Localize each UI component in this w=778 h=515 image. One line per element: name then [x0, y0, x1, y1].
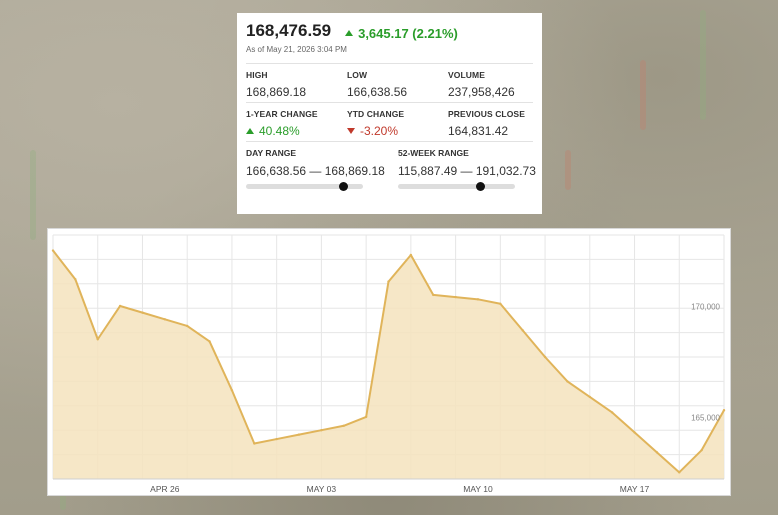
- price-point: [588, 395, 591, 399]
- up-arrow-icon: [246, 128, 254, 134]
- week52-range: 52-WEEK RANGE 115,887.49 — 191,032.73: [398, 148, 538, 191]
- price-point: [633, 431, 636, 434]
- price-point: [543, 355, 547, 359]
- price-change: 3,645.17 (2.21%): [345, 26, 458, 41]
- background-candle: [700, 10, 706, 120]
- day-range-marker: [339, 182, 349, 191]
- stat-value-text: 168,869.18: [246, 85, 307, 99]
- price-point: [499, 302, 502, 305]
- background-candle: [640, 60, 646, 130]
- price-point: [342, 424, 345, 427]
- ranges-row: DAY RANGE 166,638.56 — 168,869.18 52-WEE…: [246, 141, 536, 191]
- stat-value: 168,869.18: [246, 85, 347, 99]
- price-point: [74, 278, 77, 281]
- day-range: DAY RANGE 166,638.56 — 168,869.18: [246, 148, 398, 191]
- price-point: [364, 415, 368, 419]
- stat-cell: 1-YEAR CHANGE 40.48%: [246, 102, 347, 141]
- price-point: [96, 338, 99, 341]
- x-tick-label: MAY 03: [307, 484, 337, 494]
- price-point: [118, 304, 122, 308]
- price-row: 168,476.59 3,645.17 (2.21%): [246, 21, 533, 41]
- stat-label: HIGH: [246, 70, 268, 80]
- week52-range-value: 115,887.49 — 191,032.73: [398, 164, 536, 178]
- up-arrow-icon: [345, 30, 354, 36]
- stat-cell: VOLUME 237,958,426: [448, 63, 533, 102]
- stat-label: VOLUME: [448, 70, 485, 80]
- price-point: [387, 280, 390, 283]
- x-tick-label: APR 26: [150, 484, 180, 494]
- price-point: [208, 340, 211, 343]
- price-point: [655, 451, 659, 454]
- price-point: [722, 409, 726, 412]
- price-point: [476, 298, 480, 301]
- stat-label: YTD CHANGE: [347, 109, 405, 119]
- stat-value: 40.48%: [246, 124, 347, 138]
- price-point: [700, 448, 703, 452]
- stat-value: -3.20%: [347, 124, 448, 138]
- stat-label: LOW: [347, 70, 368, 80]
- price-point: [320, 429, 323, 432]
- current-price: 168,476.59: [246, 21, 332, 40]
- stat-cell: HIGH 168,869.18: [246, 63, 347, 102]
- week52-range-bar: [398, 182, 515, 191]
- x-tick-label: MAY 10: [463, 484, 493, 494]
- price-point: [275, 437, 278, 441]
- price-point: [566, 380, 569, 383]
- day-range-bar: [246, 182, 363, 191]
- quote-card: 168,476.59 3,645.17 (2.21%) As of May 21…: [237, 13, 542, 214]
- price-point: [253, 442, 256, 445]
- stat-value-text: 237,958,426: [448, 85, 515, 99]
- as-of-timestamp: As of May 21, 2026 3:04 PM: [246, 45, 347, 54]
- background-candle: [30, 150, 36, 240]
- price-point: [409, 253, 413, 257]
- price-point: [610, 411, 614, 414]
- stat-value-text: 166,638.56: [347, 85, 408, 99]
- y-tick-label: 170,000: [691, 303, 720, 312]
- price-point: [678, 471, 681, 474]
- price-point: [163, 318, 167, 321]
- stat-value-text: 40.48%: [259, 124, 300, 138]
- price-chart[interactable]: 170,000 165,000 APR 26 MAY 03 MAY 10 MAY 17: [47, 228, 731, 496]
- day-range-value: 166,638.56 — 168,869.18: [246, 164, 385, 178]
- price-point: [432, 293, 435, 297]
- price-point: [521, 329, 524, 332]
- price-point: [454, 295, 457, 299]
- down-arrow-icon: [347, 128, 355, 134]
- stat-value-text: 164,831.42: [448, 124, 509, 138]
- stat-value: 237,958,426: [448, 85, 533, 99]
- y-tick-label: 165,000: [691, 414, 720, 423]
- price-point: [51, 249, 55, 252]
- price-point: [141, 311, 144, 314]
- price-chart-svg: 170,000 165,000 APR 26 MAY 03 MAY 10 MAY 17: [51, 234, 726, 494]
- week52-range-marker: [475, 182, 485, 191]
- stat-label: PREVIOUS CLOSE: [448, 109, 525, 119]
- stat-label: 1-YEAR CHANGE: [246, 109, 318, 119]
- stat-cell: LOW 166,638.56: [347, 63, 448, 102]
- price-point: [186, 324, 189, 328]
- background-candle: [565, 150, 571, 190]
- week52-range-label: 52-WEEK RANGE: [398, 148, 469, 158]
- x-tick-label: MAY 17: [620, 484, 650, 494]
- stat-cell: PREVIOUS CLOSE 164,831.42: [448, 102, 533, 141]
- stat-cell: YTD CHANGE -3.20%: [347, 102, 448, 141]
- price-point: [230, 389, 234, 392]
- stat-value-text: -3.20%: [360, 124, 399, 138]
- price-point: [297, 433, 301, 436]
- price-change-value: 3,645.17 (2.21%): [358, 25, 458, 41]
- stat-value: 164,831.42: [448, 124, 533, 138]
- day-range-label: DAY RANGE: [246, 148, 297, 158]
- stats-grid: HIGH 168,869.18 LOW 166,638.56 VOLUME 237,958…: [246, 63, 533, 141]
- stat-value: 166,638.56: [347, 85, 448, 99]
